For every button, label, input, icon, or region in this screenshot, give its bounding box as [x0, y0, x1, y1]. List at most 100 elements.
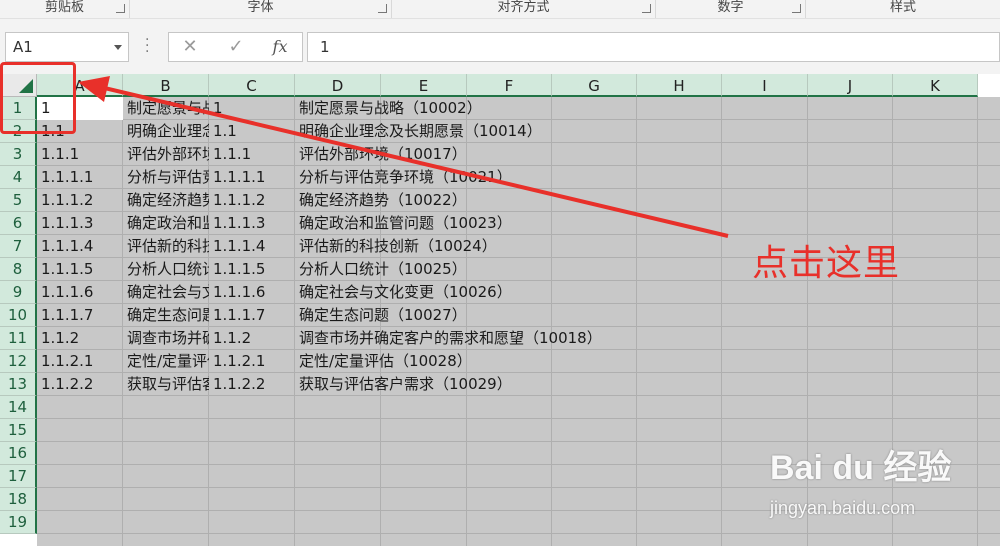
- chevron-down-icon[interactable]: [114, 45, 122, 50]
- cell-d4[interactable]: 分析与评估竞争环境（10021）: [295, 166, 715, 189]
- row-header[interactable]: 13: [0, 373, 37, 396]
- cell-b4[interactable]: 分析与评估竞争环境: [123, 166, 209, 189]
- cell-a7[interactable]: 1.1.1.4: [37, 235, 123, 258]
- highlight-box: [0, 62, 76, 134]
- cell-b3[interactable]: 评估外部环境: [123, 143, 209, 166]
- cell-c10[interactable]: 1.1.1.7: [209, 304, 295, 327]
- column-header-i[interactable]: I: [722, 74, 808, 97]
- cell-b10[interactable]: 确定生态问题: [123, 304, 209, 327]
- ribbon-group-label: 对齐方式: [497, 0, 550, 15]
- cell-d11[interactable]: 调查市场并确定客户的需求和愿望（10018）: [295, 327, 715, 350]
- ribbon-group-styles: 样式: [806, 0, 1000, 18]
- ribbon-group-clipboard: 剪贴板: [0, 0, 130, 18]
- cell-d6[interactable]: 确定政治和监管问题（10023）: [295, 212, 715, 235]
- cancel-icon[interactable]: ✕: [175, 33, 205, 61]
- row-header[interactable]: 17: [0, 465, 37, 488]
- cell-c9[interactable]: 1.1.1.6: [209, 281, 295, 304]
- cell-b12[interactable]: 定性/定量评估: [123, 350, 209, 373]
- column-header-f[interactable]: F: [467, 74, 552, 97]
- cell-d10[interactable]: 确定生态问题（10027）: [295, 304, 715, 327]
- cell-a6[interactable]: 1.1.1.3: [37, 212, 123, 235]
- column-header-b[interactable]: B: [123, 74, 209, 97]
- cell-c1[interactable]: 1: [209, 97, 295, 120]
- row-header[interactable]: 19: [0, 511, 37, 534]
- row-header[interactable]: 14: [0, 396, 37, 419]
- cell-d7[interactable]: 评估新的科技创新（10024）: [295, 235, 715, 258]
- watermark-url: jingyan.baidu.com: [770, 498, 916, 518]
- cell-a10[interactable]: 1.1.1.7: [37, 304, 123, 327]
- cell-d8[interactable]: 分析人口统计（10025）: [295, 258, 715, 281]
- dialog-launcher-icon[interactable]: [642, 4, 651, 13]
- column-header-c[interactable]: C: [209, 74, 295, 97]
- cell-a4[interactable]: 1.1.1.1: [37, 166, 123, 189]
- row-header[interactable]: 8: [0, 258, 37, 281]
- insert-function-icon[interactable]: fx: [265, 33, 295, 61]
- cell-d12[interactable]: 定性/定量评估（10028）: [295, 350, 715, 373]
- ribbon-group-labels: 剪贴板 字体 对齐方式 数字 样式: [0, 0, 1000, 19]
- row-header[interactable]: 7: [0, 235, 37, 258]
- cell-a3[interactable]: 1.1.1: [37, 143, 123, 166]
- cell-d5[interactable]: 确定经济趋势（10022）: [295, 189, 715, 212]
- dialog-launcher-icon[interactable]: [116, 4, 125, 13]
- name-box-value: A1: [13, 38, 33, 56]
- more-options-icon[interactable]: · · ·: [145, 33, 151, 59]
- dialog-launcher-icon[interactable]: [792, 4, 801, 13]
- cell-c13[interactable]: 1.1.2.2: [209, 373, 295, 396]
- cell-a8[interactable]: 1.1.1.5: [37, 258, 123, 281]
- cell-d1[interactable]: 制定愿景与战略（10002）: [295, 97, 715, 120]
- column-header-g[interactable]: G: [552, 74, 637, 97]
- row-header[interactable]: 16: [0, 442, 37, 465]
- cell-c11[interactable]: 1.1.2: [209, 327, 295, 350]
- row-header[interactable]: 11: [0, 327, 37, 350]
- cell-b7[interactable]: 评估新的科技创新: [123, 235, 209, 258]
- dialog-launcher-icon[interactable]: [378, 4, 387, 13]
- name-box[interactable]: A1: [5, 32, 129, 62]
- cell-c12[interactable]: 1.1.2.1: [209, 350, 295, 373]
- cell-b9[interactable]: 确定社会与文化变更: [123, 281, 209, 304]
- row-header[interactable]: 9: [0, 281, 37, 304]
- row-header[interactable]: 4: [0, 166, 37, 189]
- row-header[interactable]: 5: [0, 189, 37, 212]
- cell-c7[interactable]: 1.1.1.4: [209, 235, 295, 258]
- row-header[interactable]: 12: [0, 350, 37, 373]
- cell-c8[interactable]: 1.1.1.5: [209, 258, 295, 281]
- baidu-watermark: Bai du 经验 jingyan.baidu.com: [770, 440, 960, 530]
- cell-b13[interactable]: 获取与评估客户需求: [123, 373, 209, 396]
- row-header[interactable]: 6: [0, 212, 37, 235]
- column-header-h[interactable]: H: [637, 74, 722, 97]
- cell-b1[interactable]: 制定愿景与战略: [123, 97, 209, 120]
- row-header[interactable]: 18: [0, 488, 37, 511]
- row-header[interactable]: 3: [0, 143, 37, 166]
- column-header-e[interactable]: E: [381, 74, 467, 97]
- column-header-k[interactable]: K: [893, 74, 978, 97]
- cell-a9[interactable]: 1.1.1.6: [37, 281, 123, 304]
- column-header-j[interactable]: J: [808, 74, 893, 97]
- cell-d3[interactable]: 评估外部环境（10017）: [295, 143, 715, 166]
- cell-c6[interactable]: 1.1.1.3: [209, 212, 295, 235]
- row-header[interactable]: 15: [0, 419, 37, 442]
- row-header[interactable]: 10: [0, 304, 37, 327]
- cell-a13[interactable]: 1.1.2.2: [37, 373, 123, 396]
- cell-d2[interactable]: 明确企业理念及长期愿景（10014）: [295, 120, 715, 143]
- cell-a11[interactable]: 1.1.2: [37, 327, 123, 350]
- cell-c5[interactable]: 1.1.1.2: [209, 189, 295, 212]
- cell-c3[interactable]: 1.1.1: [209, 143, 295, 166]
- cell-b11[interactable]: 调查市场并确定客户的需求和愿望: [123, 327, 209, 350]
- formula-input[interactable]: 1: [307, 32, 1000, 62]
- annotation-text: 点击这里: [752, 243, 901, 284]
- cell-d13[interactable]: 获取与评估客户需求（10029）: [295, 373, 715, 396]
- cell-b2[interactable]: 明确企业理念及长期愿景: [123, 120, 209, 143]
- enter-icon[interactable]: ✓: [221, 33, 251, 61]
- cell-b5[interactable]: 确定经济趋势: [123, 189, 209, 212]
- cell-c2[interactable]: 1.1: [209, 120, 295, 143]
- cell-a5[interactable]: 1.1.1.2: [37, 189, 123, 212]
- formula-buttons: ✕ ✓ fx: [168, 32, 303, 62]
- column-header-d[interactable]: D: [295, 74, 381, 97]
- cell-b8[interactable]: 分析人口统计: [123, 258, 209, 281]
- gridline: [37, 533, 1000, 534]
- ribbon-group-alignment: 对齐方式: [392, 0, 656, 18]
- cell-c4[interactable]: 1.1.1.1: [209, 166, 295, 189]
- cell-a12[interactable]: 1.1.2.1: [37, 350, 123, 373]
- cell-d9[interactable]: 确定社会与文化变更（10026）: [295, 281, 715, 304]
- cell-b6[interactable]: 确定政治和监管问题: [123, 212, 209, 235]
